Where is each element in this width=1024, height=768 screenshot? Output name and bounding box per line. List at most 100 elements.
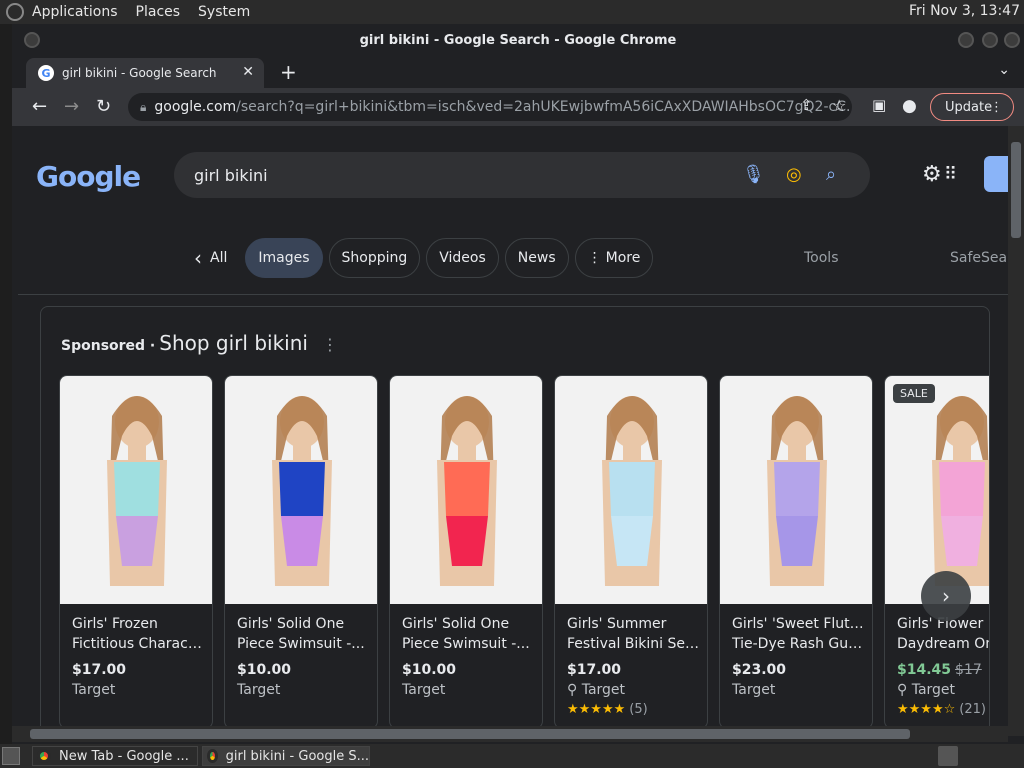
product-rating: ★★★★★ (5) (567, 702, 648, 717)
browser-window: girl bikini - Google Search - Google Chr… (12, 24, 1024, 744)
window-titlebar[interactable]: girl bikini - Google Search - Google Chr… (12, 24, 1024, 56)
tray-chrome-icon[interactable] (938, 746, 958, 766)
show-desktop-icon[interactable] (2, 747, 20, 765)
page-content: Google girl bikini 🎙︎ ◎ ⌕ ⚙ ⠿ ‹ All Imag… (18, 126, 1008, 736)
product-card[interactable]: Girls' Frozen Fictitious Charact... $17.00… (59, 375, 213, 729)
product-title-line: Girls' Frozen (72, 616, 158, 632)
product-image[interactable] (720, 376, 872, 604)
chrome-icon (207, 749, 218, 763)
reload-icon[interactable]: ↻ (96, 96, 111, 117)
vertical-scroll-thumb[interactable] (1011, 142, 1021, 238)
filter-more-label: More (605, 250, 641, 266)
more-dots-icon: ⋮ (587, 250, 602, 266)
chrome-menu-icon[interactable]: ⋮ (990, 100, 1003, 115)
update-button[interactable]: Update ⋮ (930, 93, 1014, 121)
profile-avatar-icon[interactable]: ● (902, 96, 917, 116)
filter-shopping[interactable]: Shopping (328, 238, 421, 278)
divider (18, 294, 1008, 295)
shopping-title: Shop girl bikini (159, 331, 308, 355)
tools-button[interactable]: Tools (804, 250, 839, 266)
rating-count: (21) (959, 702, 986, 717)
product-title-line: Girls' Solid One (237, 616, 345, 632)
product-image[interactable] (225, 376, 377, 604)
window-title: girl bikini - Google Search - Google Chr… (359, 32, 677, 48)
filter-videos[interactable]: Videos (426, 238, 499, 278)
original-price: $17 (955, 662, 982, 678)
clock[interactable]: Fri Nov 3, 13:47 (909, 3, 1020, 19)
filter-images[interactable]: Images (245, 238, 323, 278)
product-title-line: Girls' 'Sweet Flutter' (732, 616, 866, 632)
minimize-button[interactable] (958, 32, 974, 48)
search-input[interactable]: girl bikini 🎙︎ ◎ ⌕ (174, 152, 870, 198)
product-card[interactable]: SALEGirls' FlowerDaydream One...$14.45$1… (884, 375, 989, 729)
filter-all-label: All (210, 250, 228, 266)
safesearch-button[interactable]: SafeSearch (950, 250, 1008, 266)
tab-title: girl bikini - Google Search (62, 66, 217, 80)
task-girl-bikini[interactable]: girl bikini - Google S... (202, 746, 370, 766)
lens-icon[interactable]: ◎ (786, 164, 802, 185)
chrome-icon (37, 749, 51, 763)
browser-toolbar: ← → ↻ 🔒︎ google.com /search?q=girl+bikin… (12, 88, 1024, 126)
back-icon[interactable]: ← (32, 96, 47, 117)
horizontal-scroll-thumb[interactable] (30, 729, 910, 739)
system-logo-icon[interactable] (6, 3, 24, 21)
share-icon[interactable]: ⇪ (800, 96, 813, 114)
side-panel-icon[interactable]: ▣ (872, 96, 886, 114)
window-menu-button[interactable] (24, 32, 40, 48)
product-title-line: Piece Swimsuit -... (237, 636, 365, 652)
product-image[interactable] (60, 376, 212, 604)
product-price: $17.00 (567, 662, 622, 678)
task-new-tab[interactable]: New Tab - Google ... (32, 746, 198, 766)
new-tab-button[interactable]: + (280, 60, 297, 84)
product-image[interactable] (885, 376, 989, 604)
bookmark-star-icon[interactable]: ☆ (832, 96, 846, 115)
product-card[interactable]: Girls' Summer Festival Bikini Set ... $17.… (554, 375, 708, 729)
product-price: $14.45 $17 (897, 662, 982, 678)
product-title[interactable]: Girls' Solid One Piece Swimsuit -... (402, 614, 536, 654)
tab-search-icon[interactable]: ⌄ (998, 62, 1010, 78)
maximize-button[interactable] (982, 32, 998, 48)
product-title[interactable]: Girls' Frozen Fictitious Charact... (72, 614, 206, 654)
voice-search-icon[interactable]: 🎙︎ (742, 164, 765, 185)
product-price: $23.00 (732, 662, 787, 678)
product-title-line: Girls' Solid One (402, 616, 510, 632)
search-query: girl bikini (194, 165, 268, 185)
url-host: google.com (154, 99, 237, 115)
google-favicon-icon: G (38, 65, 54, 81)
product-card[interactable]: Girls' 'Sweet Flutter' Tie-Dye Rash Guar.… (719, 375, 873, 729)
menu-system[interactable]: System (198, 4, 250, 20)
carousel-next-button[interactable]: › (921, 571, 971, 621)
menu-applications[interactable]: Applications (32, 4, 118, 20)
vertical-scrollbar[interactable] (1008, 126, 1024, 736)
product-store: ⚲ Target (897, 682, 956, 698)
product-title[interactable]: Girls' Summer Festival Bikini Set ... (567, 614, 701, 654)
product-card[interactable]: Girls' Solid One Piece Swimsuit -... $10.0… (224, 375, 378, 729)
shopping-heading: Sponsored · Shop girl bikini ⋮ (61, 331, 338, 355)
product-image[interactable] (390, 376, 542, 604)
close-tab-icon[interactable]: ✕ (242, 64, 254, 80)
filter-news[interactable]: News (504, 238, 569, 278)
product-image[interactable] (555, 376, 707, 604)
back-chevron-icon: ‹ (194, 246, 202, 270)
sign-in-button[interactable] (984, 156, 1008, 192)
menu-places[interactable]: Places (136, 4, 181, 20)
product-card[interactable]: Girls' Solid One Piece Swimsuit -... $10.0… (389, 375, 543, 729)
filter-all[interactable]: ‹ All (182, 238, 239, 278)
settings-gear-icon[interactable]: ⚙ (922, 162, 942, 187)
tab-girl-bikini[interactable]: G girl bikini - Google Search ✕ (26, 58, 264, 88)
product-store: Target (402, 682, 446, 698)
ad-info-icon[interactable]: ⋮ (322, 335, 338, 354)
google-logo[interactable]: Google (36, 160, 141, 193)
product-title-line: Festival Bikini Set ... (567, 636, 701, 652)
product-title[interactable]: Girls' Solid One Piece Swimsuit -... (237, 614, 371, 654)
apps-grid-icon[interactable]: ⠿ (944, 164, 957, 185)
product-title[interactable]: Girls' 'Sweet Flutter' Tie-Dye Rash Guar.… (732, 614, 866, 654)
product-price: $10.00 (402, 662, 457, 678)
horizontal-scrollbar[interactable] (12, 726, 1008, 742)
close-window-button[interactable] (1004, 32, 1020, 48)
address-bar[interactable]: 🔒︎ google.com /search?q=girl+bikini&tbm=… (128, 93, 852, 121)
forward-icon[interactable]: → (64, 96, 79, 117)
search-icon[interactable]: ⌕ (826, 164, 836, 185)
filter-more[interactable]: ⋮ More (574, 238, 654, 278)
sponsored-label: Sponsored · (61, 338, 156, 354)
